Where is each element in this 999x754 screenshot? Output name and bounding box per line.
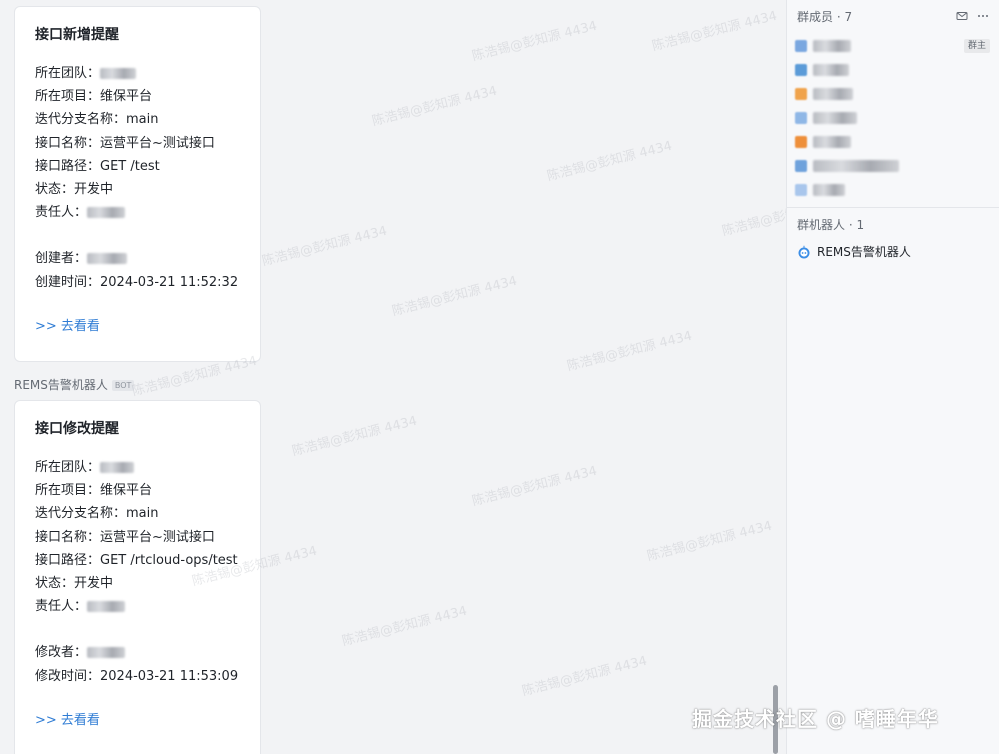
avatar [795, 40, 807, 52]
api-name-field: 接口名称：运营平台~测试接口 [35, 135, 215, 151]
watermark: 陈浩锡@彭知源 4434 [340, 603, 469, 650]
avatar [795, 88, 807, 100]
redacted-name [813, 184, 845, 196]
watermark: 陈浩锡@彭知源 4434 [645, 518, 774, 565]
branch-field: 迭代分支名称：main [35, 112, 159, 128]
owner-badge: 群主 [963, 39, 990, 53]
api-path-field: 接口路径：GET /rtcloud-ops/test [35, 552, 238, 568]
member-item[interactable] [795, 132, 990, 152]
chat-area: 接口新增提醒 所在团队： 所在项目：维保平台 迭代分支名称：main 接口名称：… [0, 0, 786, 754]
mail-icon[interactable] [956, 10, 968, 22]
watermark: 陈浩锡@彭知源 4434 [470, 463, 599, 510]
team-field: 所在团队： [35, 456, 240, 479]
api-modify-card[interactable]: 接口修改提醒 所在团队： 所在项目：维保平台 迭代分支名称：main 接口名称：… [14, 400, 261, 754]
watermark: 陈浩锡@彭知源 4434 [565, 328, 694, 375]
redacted-name [813, 136, 851, 148]
watermark: 陈浩锡@彭知源 4434 [720, 194, 786, 240]
more-icon[interactable] [977, 10, 989, 22]
card-title: 接口新增提醒 [35, 27, 119, 43]
group-side-panel: 群成员 · 7 群主 群机器人 · 1 REMS告警机器人 [786, 0, 999, 754]
status-field: 状态：开发中 [35, 182, 114, 198]
avatar [795, 64, 807, 76]
watermark: 陈浩锡@彭知源 4434 [390, 273, 519, 320]
member-item[interactable] [795, 108, 990, 128]
watermark: 陈浩锡@彭知源 4434 [290, 413, 419, 460]
redacted-value [100, 68, 137, 79]
member-item[interactable] [795, 84, 990, 104]
team-field: 所在团队： [35, 62, 240, 85]
member-item[interactable] [795, 180, 990, 200]
avatar [795, 136, 807, 148]
modifier-field: 修改者： [35, 641, 240, 664]
card-title: 接口修改提醒 [35, 421, 119, 437]
redacted-value [87, 647, 126, 659]
view-link[interactable]: >> 去看看 [35, 711, 240, 731]
sender-name: REMS告警机器人 BOT [14, 377, 135, 393]
bot-item[interactable]: REMS告警机器人 [797, 243, 911, 260]
sender-label: REMS告警机器人 [14, 378, 108, 392]
created-time-field: 创建时间：2024-03-21 11:52:32 [35, 274, 239, 290]
watermark: 陈浩锡@彭知源 4434 [650, 8, 779, 55]
api-path-field: 接口路径：GET /test [35, 158, 160, 174]
owner-field: 责任人： [35, 595, 240, 618]
view-link[interactable]: >> 去看看 [35, 317, 240, 337]
watermark: 陈浩锡@彭知源 4434 [260, 223, 389, 270]
redacted-name [813, 40, 851, 52]
redacted-name [813, 88, 853, 100]
api-create-card[interactable]: 接口新增提醒 所在团队： 所在项目：维保平台 迭代分支名称：main 接口名称：… [14, 6, 261, 362]
status-field: 状态：开发中 [35, 576, 114, 592]
redacted-name [813, 112, 857, 124]
redacted-value [87, 253, 128, 265]
footer-watermark: 掘金技术社区 @ 嗜睡年华 [692, 707, 939, 731]
watermark: 陈浩锡@彭知源 4434 [370, 83, 499, 130]
project-field: 所在项目：维保平台 [35, 89, 153, 105]
project-field: 所在项目：维保平台 [35, 483, 153, 499]
owner-field: 责任人： [35, 201, 240, 224]
redacted-value [87, 601, 126, 613]
member-item[interactable]: 群主 [795, 36, 990, 56]
avatar [795, 184, 807, 196]
redacted-name [813, 64, 849, 76]
panel-divider [787, 207, 999, 208]
watermark: 陈浩锡@彭知源 4434 [520, 653, 649, 700]
bot-badge: BOT [111, 379, 135, 391]
avatar [795, 112, 807, 124]
watermark: 陈浩锡@彭知源 4434 [470, 18, 599, 65]
robot-icon [798, 245, 810, 258]
api-name-field: 接口名称：运营平台~测试接口 [35, 529, 215, 545]
redacted-value [100, 462, 135, 473]
branch-field: 迭代分支名称：main [35, 506, 159, 522]
bot-name: REMS告警机器人 [817, 245, 911, 259]
creator-field: 创建者： [35, 247, 240, 270]
redacted-value [87, 207, 126, 219]
modified-time-field: 修改时间：2024-03-21 11:53:09 [35, 668, 239, 684]
member-item[interactable] [795, 156, 990, 176]
watermark: 陈浩锡@彭知源 4434 [545, 138, 674, 185]
member-item[interactable] [795, 60, 990, 80]
bots-title: 群机器人 · 1 [797, 218, 865, 232]
avatar [795, 160, 807, 172]
members-header: 群成员 · 7 [797, 8, 989, 24]
members-title: 群成员 · 7 [797, 9, 853, 24]
redacted-name [813, 160, 899, 172]
